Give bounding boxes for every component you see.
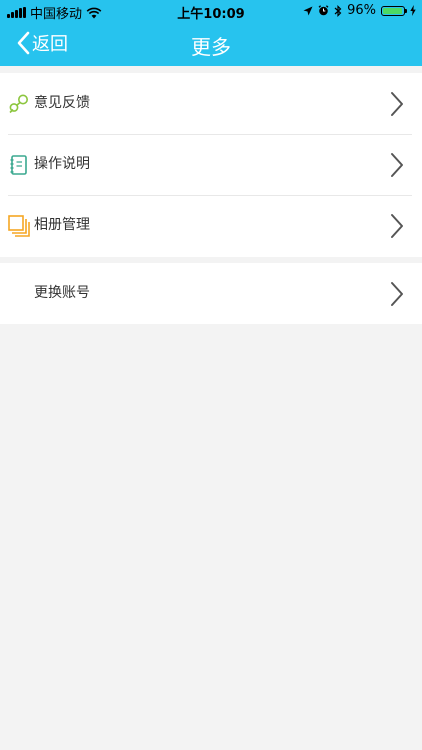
chevron-right-icon bbox=[391, 214, 403, 238]
menu-item-switch-account[interactable]: 更换账号 bbox=[0, 263, 422, 324]
menu-item-feedback[interactable]: 意见反馈 bbox=[0, 73, 422, 134]
status-right: 96% bbox=[303, 3, 416, 18]
chevron-right-icon bbox=[391, 153, 403, 177]
menu-item-label: 更换账号 bbox=[34, 285, 90, 301]
chevron-right-icon bbox=[391, 282, 403, 306]
location-icon bbox=[303, 6, 313, 15]
nav-bar: 返回 更多 bbox=[0, 22, 422, 66]
menu-group-main: 意见反馈 操作说明 相册管理 bbox=[0, 73, 422, 257]
bluetooth-icon bbox=[334, 4, 342, 17]
menu-item-label: 操作说明 bbox=[34, 156, 90, 172]
charging-icon bbox=[410, 5, 416, 16]
feedback-icon bbox=[9, 94, 28, 114]
menu-item-label: 相册管理 bbox=[34, 217, 90, 233]
album-icon bbox=[8, 215, 30, 237]
status-bar: 中国移动 上午10:09 96% bbox=[0, 0, 422, 22]
battery-fill bbox=[383, 7, 403, 14]
page-title: 更多 bbox=[191, 35, 231, 59]
menu-item-label: 意见反馈 bbox=[34, 95, 90, 111]
battery-percent: 96% bbox=[347, 3, 376, 18]
alarm-icon bbox=[318, 5, 329, 16]
menu-item-manual[interactable]: 操作说明 bbox=[0, 134, 422, 195]
more-screen: 中国移动 上午10:09 96% 返回 更多 意见反馈 操作说明 相册管理 更换… bbox=[0, 0, 422, 750]
manual-icon bbox=[10, 155, 27, 175]
header: 中国移动 上午10:09 96% 返回 更多 bbox=[0, 0, 422, 66]
menu-item-album[interactable]: 相册管理 bbox=[0, 195, 422, 256]
battery-icon bbox=[381, 5, 407, 16]
chevron-right-icon bbox=[391, 92, 403, 116]
menu-group-account: 更换账号 bbox=[0, 263, 422, 324]
